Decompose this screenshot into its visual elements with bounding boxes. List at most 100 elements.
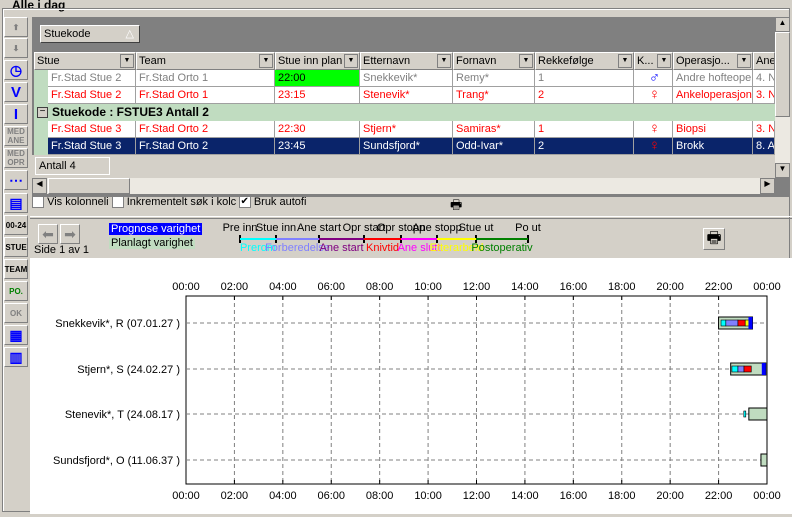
column-filter-dropdown[interactable]: ▼ (344, 54, 358, 68)
cell-etternavn[interactable]: Snekkevik* (360, 70, 453, 87)
cell-ane[interactable]: 3. N (753, 87, 775, 104)
chart-icon: ▥ (9, 348, 23, 365)
cell-ane[interactable]: 8. A (753, 138, 775, 155)
column-filter-dropdown[interactable]: ▼ (519, 54, 533, 68)
milestone-label: Stue inn (255, 222, 297, 234)
column-header[interactable]: Ane (753, 52, 775, 70)
cell-team[interactable]: Fr.Stad Orto 1 (136, 87, 275, 104)
cell-etternavn[interactable]: Stenevik* (360, 87, 453, 104)
stue-button[interactable]: STUE (4, 237, 28, 257)
cell-sex[interactable]: ♀ (634, 138, 673, 155)
column-filter-dropdown[interactable]: ▼ (437, 54, 451, 68)
cell-fornavn[interactable]: Trang* (453, 87, 535, 104)
chart-button[interactable]: ▥ (4, 347, 28, 367)
cell-etternavn[interactable]: Stjern* (360, 121, 453, 138)
layout-button[interactable]: ▤ (4, 193, 28, 213)
column-header[interactable]: Operasjo... ▼ (673, 52, 753, 70)
row-label: Sundsfjord*, O (11.06.37 ) (53, 455, 180, 467)
cell-fornavn[interactable]: Remy* (453, 70, 535, 87)
cell-etternavn[interactable]: Sundsfjord* (360, 138, 453, 155)
ok-button[interactable]: OK (4, 303, 28, 323)
clock-button[interactable]: ◷ (4, 60, 28, 80)
prev-page-button[interactable]: ⬅ (38, 224, 58, 244)
cell-stue[interactable]: Fr.Stad Stue 2 (48, 87, 136, 104)
cell-op[interactable]: Biopsi (673, 121, 753, 138)
column-filter-dropdown[interactable]: ▼ (737, 54, 751, 68)
med-opr-button[interactable]: MED OPR (4, 148, 28, 168)
i-button[interactable]: I (4, 104, 28, 124)
cell-sex[interactable]: ♀ (634, 121, 673, 138)
cell-stue[interactable]: Fr.Stad Stue 3 (48, 138, 136, 155)
cell-team[interactable]: Fr.Stad Orto 2 (136, 138, 275, 155)
vis-kolonneli-checkbox[interactable] (32, 196, 44, 209)
column-filter-dropdown[interactable]: ▼ (259, 54, 273, 68)
collapse-group-button[interactable]: − (37, 107, 48, 118)
column-header[interactable]: Rekkefølge ▼ (535, 52, 634, 70)
column-filter-dropdown[interactable]: ▼ (657, 54, 671, 68)
column-header[interactable]: Fornavn ▼ (453, 52, 535, 70)
cell-team[interactable]: Fr.Stad Orto 2 (136, 121, 275, 138)
column-filter-dropdown[interactable]: ▼ (120, 54, 134, 68)
scroll-up-button[interactable]: ▲ (775, 17, 790, 32)
arrow-up-button[interactable]: ⬆ (4, 17, 28, 37)
bruk-autofi-checkbox[interactable]: ✔ (238, 196, 251, 209)
v-button[interactable]: V (4, 82, 28, 102)
scroll-left-button[interactable]: ◀ (32, 178, 47, 194)
scroll-thumb[interactable] (48, 178, 130, 194)
cell-inn[interactable]: 23:15 (275, 87, 360, 104)
group-row[interactable]: Stuekode : FSTUE3 Antall 2 (34, 104, 775, 121)
phase-label: Ane start (319, 242, 364, 254)
cell-op[interactable]: Ankeloperasjon (673, 87, 753, 104)
cell-team[interactable]: Fr.Stad Orto 1 (136, 70, 275, 87)
column-header[interactable]: Stue ▼ (34, 52, 136, 70)
cell-ane[interactable]: 3. N (753, 121, 775, 138)
tick-label-bottom: 08:00 (366, 490, 394, 502)
column-header[interactable]: Etternavn ▼ (360, 52, 453, 70)
arrow-down-button[interactable]: ⬇ (4, 38, 28, 58)
clock24-icon: 00-24 (5, 220, 27, 230)
print-chart-button[interactable]: 🖶 (703, 228, 725, 250)
cell-inn[interactable]: 23:45 (275, 138, 360, 155)
print-grid-icon[interactable]: 🖶 (450, 196, 462, 218)
column-header[interactable]: K... ▼ (634, 52, 673, 70)
inkrementelt-checkbox[interactable] (111, 196, 124, 209)
po-button[interactable]: PO. (4, 281, 28, 301)
team-button[interactable]: TEAM (4, 259, 28, 279)
cell-rekke[interactable]: 2 (535, 138, 634, 155)
next-page-button[interactable]: ➡ (60, 224, 80, 244)
cell-inn[interactable]: 22:30 (275, 121, 360, 138)
cell-rekke[interactable]: 2 (535, 87, 634, 104)
column-header[interactable]: Team ▼ (136, 52, 275, 70)
splitter[interactable] (30, 216, 792, 219)
cell-rekke[interactable]: 1 (535, 121, 634, 138)
vertical-scrollbar[interactable]: ▲ ▼ (775, 17, 790, 178)
cell-stue[interactable]: Fr.Stad Stue 2 (48, 70, 136, 87)
cell-fornavn[interactable]: Odd-Ivar* (453, 138, 535, 155)
dashes-button[interactable]: ⋯ (4, 170, 28, 190)
scroll-right-button[interactable]: ▶ (760, 178, 775, 194)
tick-label-bottom: 02:00 (221, 490, 249, 502)
tick-label-top: 16:00 (560, 281, 588, 293)
clock24-button[interactable]: 00-24 (4, 215, 28, 235)
scroll-thumb[interactable] (775, 32, 790, 117)
cell-op[interactable]: Brokk (673, 138, 753, 155)
cell-sex[interactable]: ♀ (634, 87, 673, 104)
report-button[interactable]: ▦ (4, 325, 28, 345)
phase-line (476, 238, 528, 240)
cell-rekke[interactable]: 1 (535, 70, 634, 87)
cell-op[interactable]: Andre hofteoper (673, 70, 753, 87)
cell-fornavn[interactable]: Samiras* (453, 121, 535, 138)
cell-inn[interactable]: 22:00 (275, 70, 360, 87)
horizontal-scrollbar[interactable]: ◀ ▶ (32, 178, 775, 194)
cell-stue[interactable]: Fr.Stad Stue 3 (48, 121, 136, 138)
group-by-stuekode-button[interactable]: Stuekode △ (40, 25, 140, 43)
tick-label-top: 14:00 (511, 281, 539, 293)
stue-icon: STUE (5, 242, 27, 252)
cell-ane[interactable]: 4. N (753, 70, 775, 87)
column-header[interactable]: Stue inn plan ▼ (275, 52, 360, 70)
scroll-down-button[interactable]: ▼ (775, 163, 790, 178)
column-filter-dropdown[interactable]: ▼ (618, 54, 632, 68)
cell-sex[interactable]: ♂ (634, 70, 673, 87)
med-ane-button[interactable]: MED ANE (4, 126, 28, 146)
team-icon: TEAM (4, 264, 28, 274)
